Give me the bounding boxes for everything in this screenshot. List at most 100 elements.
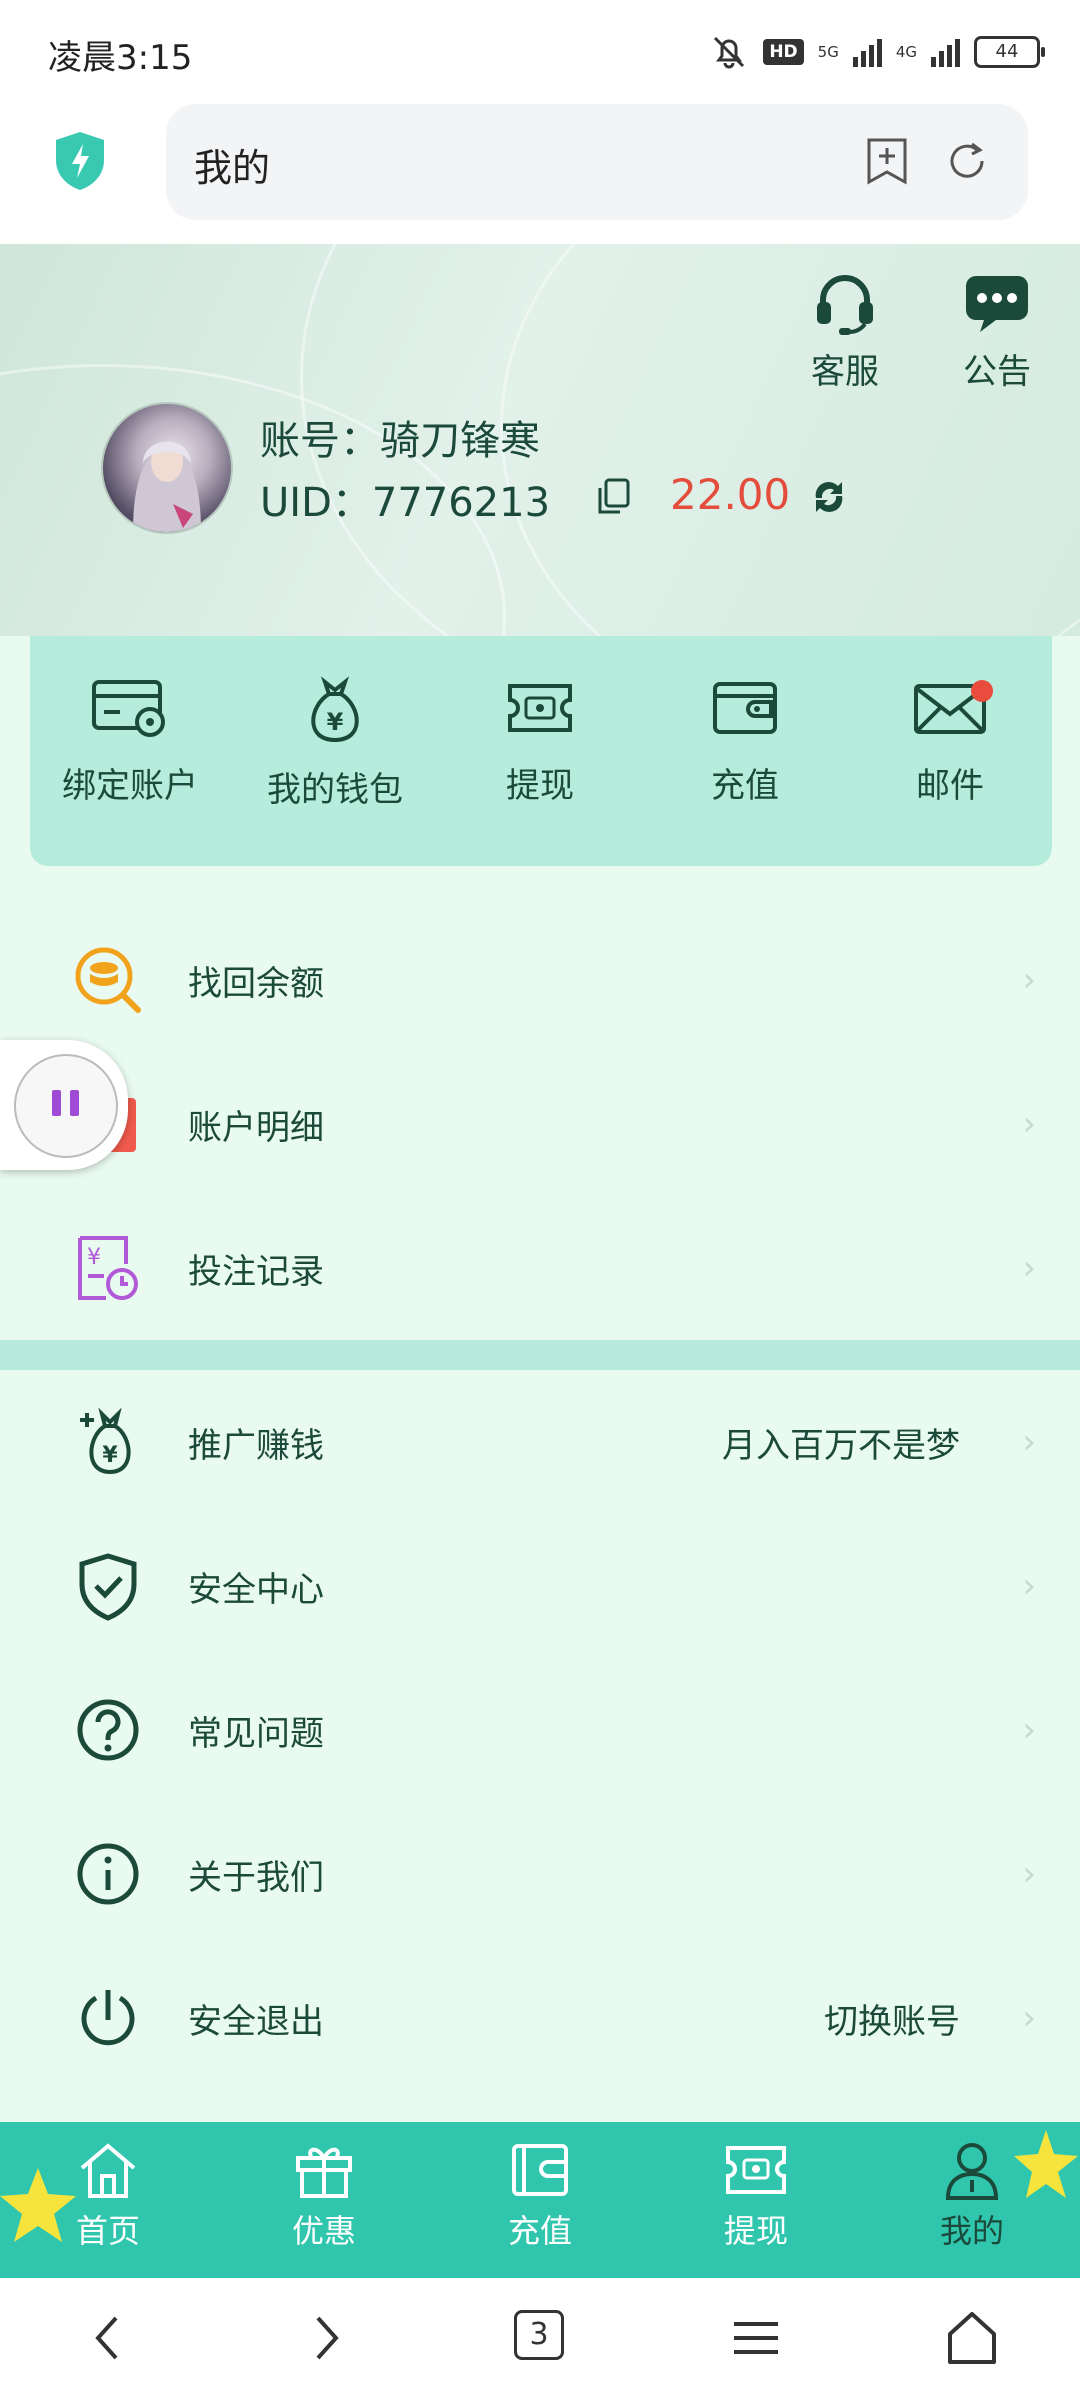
reload-icon[interactable] bbox=[944, 138, 990, 184]
chevron-right-icon: › bbox=[1022, 1248, 1036, 1288]
coin-search-icon bbox=[75, 947, 141, 1013]
pause-icon[interactable] bbox=[14, 1054, 118, 1158]
menu-label: 安全中心 bbox=[188, 1570, 324, 1610]
quick-mail[interactable]: 邮件 bbox=[850, 676, 1050, 807]
wallet-icon bbox=[512, 2144, 568, 2196]
tab-recharge[interactable]: 充值 bbox=[460, 2140, 620, 2252]
customer-service-button[interactable]: 客服 bbox=[790, 272, 900, 393]
forward-icon[interactable] bbox=[306, 2306, 346, 2370]
quick-label: 充值 bbox=[711, 766, 779, 806]
menu-label: 投注记录 bbox=[188, 1252, 324, 1292]
chevron-right-icon: › bbox=[1022, 1854, 1036, 1894]
quick-label: 绑定账户 bbox=[62, 766, 198, 806]
balance-value: 22.00 bbox=[670, 470, 791, 519]
quick-my-wallet[interactable]: ¥ 我的钱包 bbox=[235, 676, 435, 811]
notice-label: 公告 bbox=[963, 352, 1031, 392]
quick-label: 邮件 bbox=[916, 766, 984, 806]
chevron-right-icon: › bbox=[1022, 1104, 1036, 1144]
tab-withdraw[interactable]: 提现 bbox=[676, 2140, 836, 2252]
bet-record-icon: ¥ bbox=[78, 1236, 138, 1300]
headset-icon bbox=[817, 275, 873, 335]
menu-item-logout[interactable]: 安全退出 切换账号 › bbox=[0, 1946, 1080, 2090]
menu-label: 常见问题 bbox=[188, 1714, 324, 1754]
shield-check-icon bbox=[79, 1553, 137, 1621]
account-name: 骑刀锋寒 bbox=[380, 418, 540, 464]
card-settings-icon bbox=[92, 680, 165, 737]
menu-item-bet-record[interactable]: ¥ 投注记录 › bbox=[0, 1196, 1080, 1340]
home-nav-icon[interactable] bbox=[944, 2306, 1000, 2370]
section-divider bbox=[0, 1340, 1080, 1370]
back-icon[interactable] bbox=[88, 2306, 128, 2370]
menu-label: 推广赚钱 bbox=[188, 1426, 324, 1466]
net-5g: 5G bbox=[817, 43, 839, 61]
user-icon bbox=[945, 2143, 999, 2200]
svg-text:¥: ¥ bbox=[102, 1443, 118, 1468]
tab-mine[interactable]: 我的 bbox=[892, 2140, 1052, 2252]
copy-icon[interactable] bbox=[596, 478, 630, 516]
chat-bubble-icon bbox=[966, 276, 1028, 332]
menu-item-faq[interactable]: 常见问题 › bbox=[0, 1658, 1080, 1802]
menu-item-about[interactable]: 关于我们 › bbox=[0, 1802, 1080, 1946]
tab-home[interactable]: 首页 bbox=[28, 2140, 188, 2252]
quick-label: 提现 bbox=[506, 766, 574, 806]
quick-recharge[interactable]: 充值 bbox=[645, 676, 845, 807]
signal-icon bbox=[931, 37, 960, 67]
uid-line: UID：7776213 bbox=[260, 470, 550, 528]
shield-bolt-icon[interactable] bbox=[52, 130, 108, 192]
chevron-right-icon: › bbox=[1022, 960, 1036, 1000]
menu-icon[interactable] bbox=[730, 2306, 782, 2370]
tab-label: 我的 bbox=[939, 2212, 1004, 2250]
question-icon bbox=[77, 1699, 139, 1761]
gift-icon bbox=[296, 2147, 352, 2198]
net-4g: 4G bbox=[895, 43, 917, 61]
menu-item-promotion[interactable]: ¥ 推广赚钱 月入百万不是梦 › bbox=[0, 1370, 1080, 1514]
cash-withdraw-icon bbox=[726, 2146, 786, 2194]
battery-icon: 44 bbox=[974, 36, 1045, 68]
svg-text:¥: ¥ bbox=[327, 708, 344, 736]
svg-text:¥: ¥ bbox=[87, 1245, 101, 1270]
customer-service-label: 客服 bbox=[811, 352, 879, 392]
uid-label: UID： bbox=[260, 480, 372, 526]
bookmark-add-icon[interactable] bbox=[865, 136, 909, 186]
menu-item-account-detail[interactable]: ¥ 账户明细 › bbox=[0, 1052, 1080, 1196]
uid-value: 7776213 bbox=[371, 480, 551, 526]
tab-label: 优惠 bbox=[291, 2212, 356, 2250]
mail-unread-dot bbox=[971, 680, 993, 702]
account-line: 账号：骑刀锋寒 bbox=[260, 408, 540, 466]
menu-label: 关于我们 bbox=[188, 1858, 324, 1898]
quick-bind-account[interactable]: 绑定账户 bbox=[30, 676, 230, 807]
menu-value: 切换账号 bbox=[824, 2002, 960, 2042]
signal-icon bbox=[852, 37, 882, 67]
notice-button[interactable]: 公告 bbox=[942, 272, 1052, 393]
avatar[interactable] bbox=[101, 402, 233, 534]
home-icon bbox=[80, 2143, 136, 2198]
chevron-right-icon: › bbox=[1022, 1998, 1036, 2038]
quick-withdraw[interactable]: 提现 bbox=[440, 676, 640, 807]
refresh-balance-icon[interactable] bbox=[808, 476, 850, 518]
chevron-right-icon: › bbox=[1022, 1710, 1036, 1750]
power-icon bbox=[81, 1990, 135, 2046]
chevron-right-icon: › bbox=[1022, 1422, 1036, 1462]
quick-label: 我的钱包 bbox=[267, 770, 403, 810]
status-icons: HD 5G 4G 44 bbox=[709, 30, 1045, 74]
menu-label: 安全退出 bbox=[188, 2002, 324, 2042]
chevron-right-icon: › bbox=[1022, 1566, 1036, 1606]
account-label: 账号： bbox=[260, 418, 380, 464]
menu-value: 月入百万不是梦 bbox=[722, 1426, 960, 1466]
tab-label: 首页 bbox=[75, 2212, 140, 2250]
hd-badge: HD bbox=[763, 39, 804, 65]
tab-label: 提现 bbox=[723, 2212, 788, 2250]
menu-item-security-center[interactable]: 安全中心 › bbox=[0, 1514, 1080, 1658]
cash-withdraw-icon bbox=[508, 684, 572, 732]
info-icon bbox=[77, 1843, 139, 1905]
tab-promotions[interactable]: 优惠 bbox=[244, 2140, 404, 2252]
tabs-count-button[interactable]: 3 bbox=[514, 2310, 564, 2360]
wallet-icon bbox=[713, 682, 777, 734]
menu-label: 找回余额 bbox=[188, 964, 324, 1004]
money-bag-icon: ¥ bbox=[311, 676, 359, 743]
mute-bell-icon bbox=[714, 36, 745, 69]
menu-item-recover-balance[interactable]: 找回余额 › bbox=[0, 908, 1080, 1052]
address-text[interactable]: 我的 bbox=[194, 137, 270, 192]
tab-label: 充值 bbox=[507, 2212, 572, 2250]
menu-label: 账户明细 bbox=[188, 1108, 324, 1148]
